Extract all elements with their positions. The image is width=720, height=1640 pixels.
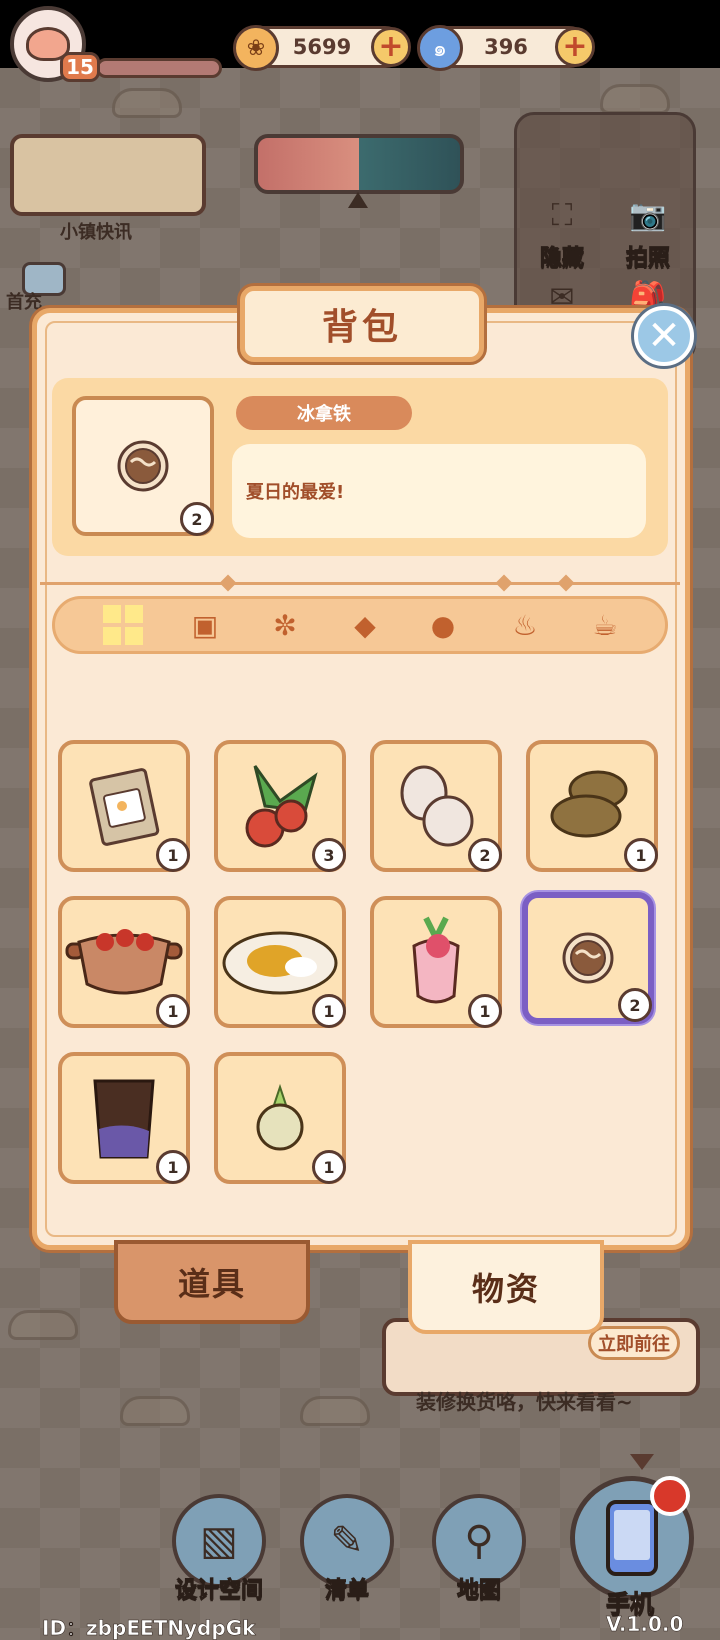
- selected-item-description: 夏日的最爱!: [246, 482, 345, 503]
- coin-counter: ❀ 5699 +: [233, 25, 411, 71]
- item-count-badge: 3: [312, 838, 346, 872]
- item-slot-matcha-drink[interactable]: 1: [214, 1052, 346, 1184]
- item-slot-curry-rice[interactable]: 1: [214, 896, 346, 1028]
- selected-item-preview: 2: [72, 396, 214, 536]
- item-slot-strawberry-drink[interactable]: 1: [370, 896, 502, 1028]
- list-button[interactable]: ✎ 清单: [296, 1494, 398, 1604]
- item-slot-chocolate-drink[interactable]: 1: [58, 1052, 190, 1184]
- coin-icon: ❀: [233, 25, 279, 71]
- first-recharge-label: 首充: [6, 292, 42, 313]
- tab-tools-label: 道具: [177, 1265, 246, 1303]
- cloud-decoration: [120, 1396, 190, 1426]
- item-slot-potatoes[interactable]: 1: [526, 740, 658, 872]
- list-label: 清单: [324, 1578, 369, 1604]
- item-count-badge: 1: [156, 838, 190, 872]
- time-marker-icon: [348, 192, 368, 208]
- item-count-badge: 2: [180, 502, 214, 536]
- tab-fish[interactable]: ◆: [342, 604, 388, 646]
- item-slot-strawberries[interactable]: 3: [214, 740, 346, 872]
- map-button[interactable]: ⚲ 地图: [428, 1494, 530, 1604]
- notice-tail: [630, 1454, 654, 1470]
- item-count-badge: 1: [312, 1150, 346, 1184]
- chocolate-drink-icon: [93, 1079, 155, 1159]
- egg-icon: [400, 765, 474, 847]
- item-count-badge: 1: [156, 1150, 190, 1184]
- hot-bowl-icon: ♨: [512, 608, 538, 642]
- coffee-cup-icon: ☕: [592, 608, 618, 642]
- add-coins-button[interactable]: +: [371, 27, 411, 67]
- selected-item-name: 冰拿铁: [236, 396, 412, 430]
- tab-materials-label: 物资: [471, 1270, 540, 1308]
- tab-all[interactable]: [100, 604, 146, 646]
- stew-pot-icon: [65, 929, 183, 995]
- hide-icon: ⛶: [551, 197, 573, 233]
- hide-label: 隐藏: [539, 246, 584, 272]
- tab-plants[interactable]: ✼: [262, 604, 308, 646]
- town-news-label: 小镇快讯: [60, 222, 132, 243]
- fish-icon: ◆: [354, 608, 376, 642]
- curry-plate-icon: [222, 931, 338, 995]
- tab-dishes[interactable]: ♨: [502, 604, 548, 646]
- seed-packet-icon: ▣: [191, 608, 219, 642]
- close-icon: ✕: [647, 313, 681, 359]
- matcha-drink-icon: [256, 1083, 304, 1151]
- cloud-decoration: [600, 84, 670, 114]
- swirl-gem-icon: ๑: [417, 25, 463, 71]
- phone-icon: [606, 1500, 658, 1576]
- camera-button[interactable]: 📷 拍照: [608, 190, 688, 272]
- iced-latte-icon: [562, 932, 614, 984]
- item-count-badge: 2: [618, 988, 652, 1022]
- item-slot-iced-latte[interactable]: 2: [522, 892, 654, 1024]
- dialog-title: 背包: [321, 307, 402, 348]
- camera-label: 拍照: [625, 246, 670, 272]
- tab-seeds[interactable]: ▣: [182, 604, 228, 646]
- seed-packet-icon: [89, 768, 160, 846]
- section-divider: [40, 582, 680, 585]
- notification-dot: [650, 1476, 690, 1516]
- camera-icon: 📷: [629, 197, 667, 233]
- notice-text: 装修换货咯，快来看看~: [416, 1390, 633, 1414]
- strawberry-drink-icon: [412, 916, 460, 1004]
- cloud-decoration: [300, 1396, 370, 1426]
- potato-icon: [550, 770, 628, 838]
- add-gems-button[interactable]: +: [555, 27, 595, 67]
- notice-go-button[interactable]: 立即前往: [588, 1326, 680, 1360]
- cloud-decoration: [8, 1310, 78, 1340]
- version-label: V.1.0.0: [606, 1612, 684, 1637]
- hide-button[interactable]: ⛶ 隐藏: [522, 190, 602, 272]
- grid-icon: [103, 605, 143, 645]
- day-night-indicator: [254, 134, 464, 194]
- tab-materials[interactable]: 物资: [408, 1240, 604, 1334]
- drumstick-icon: ●: [430, 608, 456, 642]
- item-count-badge: 1: [468, 994, 502, 1028]
- iced-latte-icon: [117, 440, 169, 492]
- user-id: ID：zbpEETNydpGk: [42, 1616, 256, 1640]
- town-news-button[interactable]: [10, 134, 206, 216]
- dialog-title-plate: 背包: [240, 286, 484, 362]
- map-label: 地图: [456, 1578, 501, 1604]
- item-count-badge: 2: [468, 838, 502, 872]
- cloud-decoration: [112, 88, 182, 118]
- tab-drinks[interactable]: ☕: [582, 604, 628, 646]
- item-count-badge: 1: [624, 838, 658, 872]
- item-slot-eggs[interactable]: 2: [370, 740, 502, 872]
- item-count-badge: 1: [312, 994, 346, 1028]
- item-slot-seed-packet[interactable]: 1: [58, 740, 190, 872]
- close-button[interactable]: ✕: [634, 306, 694, 366]
- tab-meat[interactable]: ●: [420, 604, 466, 646]
- item-count-badge: 1: [156, 994, 190, 1028]
- tab-tools[interactable]: 道具: [114, 1240, 310, 1324]
- design-space-button[interactable]: ▧ 设计空间: [160, 1494, 278, 1604]
- gem-counter: ๑ 396 +: [417, 25, 595, 71]
- level-badge: 15: [60, 52, 100, 82]
- xp-bar: [96, 58, 222, 78]
- sprout-icon: ✼: [273, 608, 297, 642]
- design-space-label: 设计空间: [174, 1578, 263, 1604]
- item-slot-tomato-stew[interactable]: 1: [58, 896, 190, 1028]
